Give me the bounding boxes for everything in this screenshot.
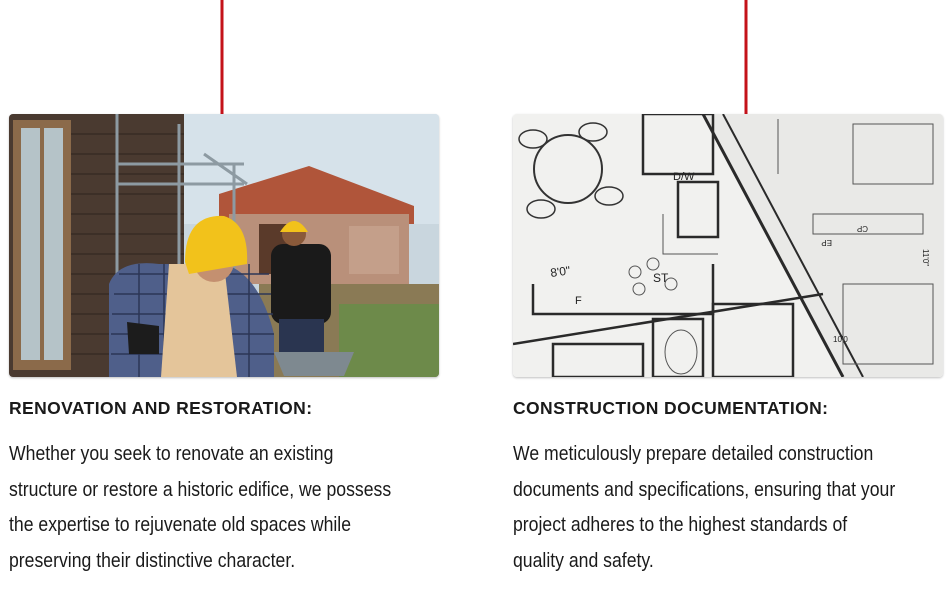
service-card-documentation: D/W 8'0" ST F CP EP 10'0 11'0" CONSTRUCT… — [513, 114, 943, 578]
plan-label: D/W — [673, 171, 695, 183]
plan-label: 11'0" — [921, 249, 930, 266]
plan-label: 10'0 — [833, 335, 848, 344]
renovation-photo — [9, 114, 439, 377]
plan-label: CP — [857, 224, 868, 233]
plan-label: EP — [821, 238, 832, 247]
description-line: quality and safety. — [513, 548, 654, 572]
service-card-renovation: RENOVATION AND RESTORATION: Whether you … — [9, 114, 439, 578]
description-line: Whether you seek to renovate an existing — [9, 442, 334, 465]
plan-label: ST — [653, 271, 669, 285]
blueprint-photo: D/W 8'0" ST F CP EP 10'0 11'0" — [513, 114, 943, 377]
card-description: We meticulously prepare detailed constru… — [513, 436, 943, 578]
card-title: RENOVATION AND RESTORATION: — [9, 398, 313, 418]
card-title: CONSTRUCTION DOCUMENTATION: — [513, 398, 829, 418]
description-line: project adheres to the highest standards… — [513, 513, 848, 536]
description-line: structure or restore a historic edifice,… — [9, 477, 392, 501]
plan-label: 8'0" — [549, 263, 571, 280]
description-line: preserving their distinctive character. — [9, 548, 296, 572]
description-line: the expertise to rejuvenate old spaces w… — [9, 513, 352, 536]
description-line: We meticulously prepare detailed constru… — [513, 442, 874, 465]
description-line: documents and specifications, ensuring t… — [513, 477, 896, 501]
card-description: Whether you seek to renovate an existing… — [9, 436, 439, 578]
plan-label: F — [575, 295, 582, 307]
